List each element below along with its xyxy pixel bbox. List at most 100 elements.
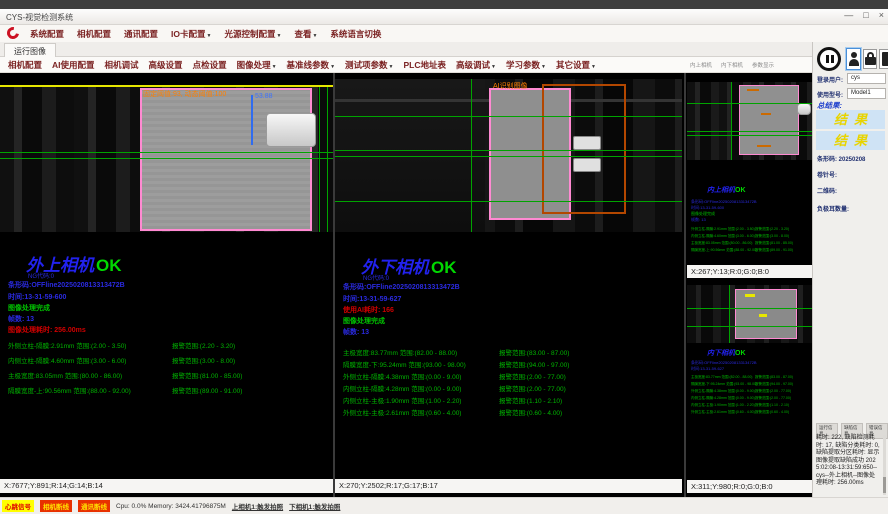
lock-icon	[865, 57, 876, 65]
menu-item-view[interactable]: 查看▼	[294, 28, 317, 40]
result-display-2: 结果	[816, 131, 885, 150]
measure-value-label: 53.88	[255, 93, 273, 100]
toolbar-item-other-settings[interactable]: 其它设置▼	[556, 59, 596, 71]
frame-count-label: 帧数: 13	[8, 314, 34, 324]
toolbar-item-advanced-debug[interactable]: 高级调试▼	[456, 59, 496, 71]
alarm-range: 报警范围:(81.00 - 85.00)	[755, 241, 793, 246]
maximize-button[interactable]: □	[863, 10, 868, 20]
alarm-range: 报警范围:(2.00 - 77.00)	[755, 389, 791, 394]
camera-result-title: 内下相机OK	[707, 348, 746, 358]
camera-result-title: 内上相机OK	[707, 185, 746, 195]
chevron-down-icon: ▼	[207, 33, 212, 39]
menubar: 系统配置 相机配置 通讯配置 IO卡配置▼ 光源控制配置▼ 查看▼ 系统语言切换	[0, 25, 888, 42]
frame-count-label: 帧数: 13	[691, 217, 706, 223]
heartbeat-status-badge: 心跳信号	[2, 500, 34, 512]
overlay-mark	[759, 314, 767, 317]
electrode-tab	[573, 136, 601, 150]
lower-camera-trigger-link[interactable]: 下相机1:触发拍照	[289, 501, 340, 511]
measure-line	[687, 326, 812, 327]
toolbar-item-baseline-params[interactable]: 基准线参数▼	[287, 59, 335, 71]
chevron-down-icon: ▼	[330, 64, 335, 70]
toolbar-item-ai-config[interactable]: AI使用配置	[52, 59, 95, 71]
toolbar-item-spot-check[interactable]: 点检设置	[193, 59, 227, 71]
toolbar-item-image-processing[interactable]: 图像处理▼	[237, 59, 277, 71]
alarm-range: 报警范围:(0.60 - 4.00)	[499, 407, 562, 417]
measure-row: 外侧立柱-主极:2.61mm 范围:(0.60 - 4.00)	[343, 407, 461, 417]
alarm-range: 报警范围:(3.00 - 8.00)	[172, 355, 235, 365]
time-label: 时间:13-31-59-627	[691, 366, 724, 372]
pixel-coords-readout: X:267;Y:13;R:0;G:0;B:0	[687, 265, 812, 278]
pixel-coords-readout: X:7677;Y:891;R:14;G:14;B:14	[0, 479, 333, 493]
camera-view-outer-upper[interactable]: 53.88 固定阈值:93, 动态阈值:100 外上相机OK NG代码:0 条形…	[0, 73, 333, 497]
alarm-range: 报警范围:(89.00 - 91.00)	[755, 248, 793, 253]
qr-code-label: 二维码:	[817, 186, 837, 195]
measure-line	[731, 82, 732, 160]
desktop-background	[0, 0, 888, 9]
measure-row: 外侧立柱-主极:2.61mm 范围:(0.60 - 4.00)	[691, 410, 755, 415]
measure-row: 内侧立柱-隔膜:4.60mm 范围:(3.00 - 6.00)	[691, 234, 755, 239]
sidebar: 登录用户: cys 使用型号: Model1 总结果: 结果 结果 条形码: 2…	[812, 42, 888, 497]
alarm-range: 报警范围:(94.00 - 97.00)	[755, 382, 793, 387]
alarm-range: 报警范围:(2.20 - 3.20)	[172, 340, 235, 350]
measure-row: 外侧立柱-隔膜:2.91mm 范围:(2.00 - 3.50)	[8, 340, 126, 350]
frame-count-label: 帧数: 13	[343, 327, 369, 337]
measure-row: 隔膜宽度-下:95.24mm 范围:(93.00 - 98.00)	[343, 359, 466, 369]
ai-elapsed-label: 使用AI耗时: 166	[343, 305, 394, 315]
menu-item-system-config[interactable]: 系统配置	[30, 28, 64, 40]
measure-line	[729, 285, 730, 343]
cpu-memory-readout: Cpu: 0.0% Memory: 3424.41796875M	[116, 503, 226, 510]
measure-line-blue	[251, 95, 253, 145]
camera-thumb-inner-lower[interactable]: 内下相机OK 条形码:OFFline2025020813313472B 时间:1…	[687, 280, 812, 497]
chevron-down-icon: ▼	[491, 64, 496, 70]
model-field[interactable]: Model1	[847, 88, 886, 99]
ng-code-label: NG代码:0	[363, 273, 389, 282]
menu-item-io-config[interactable]: IO卡配置▼	[171, 28, 211, 40]
measure-row: 主极宽度:83.77mm 范围:(82.00 - 88.00)	[343, 347, 457, 357]
tab-run-image[interactable]: 运行图像	[4, 43, 56, 57]
person-icon	[849, 59, 859, 66]
menu-item-light-config[interactable]: 光源控制配置▼	[224, 28, 281, 40]
titlebar: CYS-视觉检测系统 — □ ×	[0, 9, 888, 25]
ai-overlay-label: AI识别图像	[493, 81, 528, 91]
close-button[interactable]: ×	[879, 10, 884, 20]
toolbar-item-learning-params[interactable]: 学习参数▼	[506, 59, 546, 71]
overlay-mark	[757, 145, 771, 147]
login-user-field[interactable]: cys	[847, 73, 886, 84]
alarm-range: 报警范围:(81.00 - 85.00)	[172, 370, 242, 380]
camera-view-outer-lower[interactable]: AI识别图像 外下相机OK NG代码:0 条形码:OFFline20250208…	[335, 73, 682, 497]
exit-button[interactable]	[879, 49, 888, 69]
menu-item-camera-config[interactable]: 相机配置	[77, 28, 111, 40]
lock-button[interactable]	[863, 49, 877, 69]
log-output: 耗时: 222, 缺陷检测耗时: 17, 缺陷分类耗时: 0, 缺陷提取分区耗时…	[816, 435, 880, 488]
log-scrollbar-thumb[interactable]	[883, 477, 886, 493]
chevron-down-icon: ▼	[277, 33, 282, 39]
person-icon	[851, 52, 857, 58]
upper-camera-trigger-link[interactable]: 上相机1:触发拍照	[232, 501, 283, 511]
comm-status-badge: 通讯断线	[78, 500, 110, 512]
measure-row: 内侧立柱-隔膜:4.60mm 范围:(3.00 - 6.00)	[8, 355, 126, 365]
toolbar-item-advanced-settings[interactable]: 高级设置	[149, 59, 183, 71]
toolbar-item-camera-config[interactable]: 相机配置	[8, 59, 42, 71]
barcode-field-label: 条形码: 20250208	[817, 154, 865, 163]
toolbar-item-test-params[interactable]: 测试项参数▼	[345, 59, 393, 71]
alarm-range: 报警范围:(94.00 - 97.00)	[499, 359, 569, 369]
alarm-range: 报警范围:(1.10 - 2.10)	[755, 403, 789, 408]
measure-line	[335, 116, 682, 117]
overlay-mark	[747, 89, 759, 91]
minimize-button[interactable]: —	[844, 10, 853, 20]
pause-button[interactable]	[817, 47, 841, 71]
measure-row: 内侧立柱-隔膜:4.28mm 范围:(0.00 - 9.00)	[343, 383, 461, 393]
toolbar-item-plc-address[interactable]: PLC地址表	[403, 59, 446, 71]
toolbar-item-camera-debug[interactable]: 相机调试	[105, 59, 139, 71]
alarm-range: 报警范围:(83.00 - 87.00)	[499, 347, 569, 357]
camera-thumb-inner-upper[interactable]: 内上相机OK 条形码:OFFline2025020813313472B 时间:1…	[687, 73, 812, 279]
alarm-range: 报警范围:(2.00 - 77.00)	[499, 383, 566, 393]
menu-item-comm-config[interactable]: 通讯配置	[124, 28, 158, 40]
pixel-coords-readout: X:270;Y:2502;R:17;G:17;B:17	[335, 479, 682, 493]
menu-item-language-switch[interactable]: 系统语言切换	[330, 28, 381, 40]
barcode-label: 条形码:OFFline2025020813313472B	[8, 280, 125, 290]
measure-line	[471, 79, 472, 232]
user-button[interactable]	[846, 48, 861, 70]
log-scrollbar[interactable]	[883, 435, 886, 495]
alarm-range: 报警范围:(1.10 - 2.10)	[499, 395, 562, 405]
